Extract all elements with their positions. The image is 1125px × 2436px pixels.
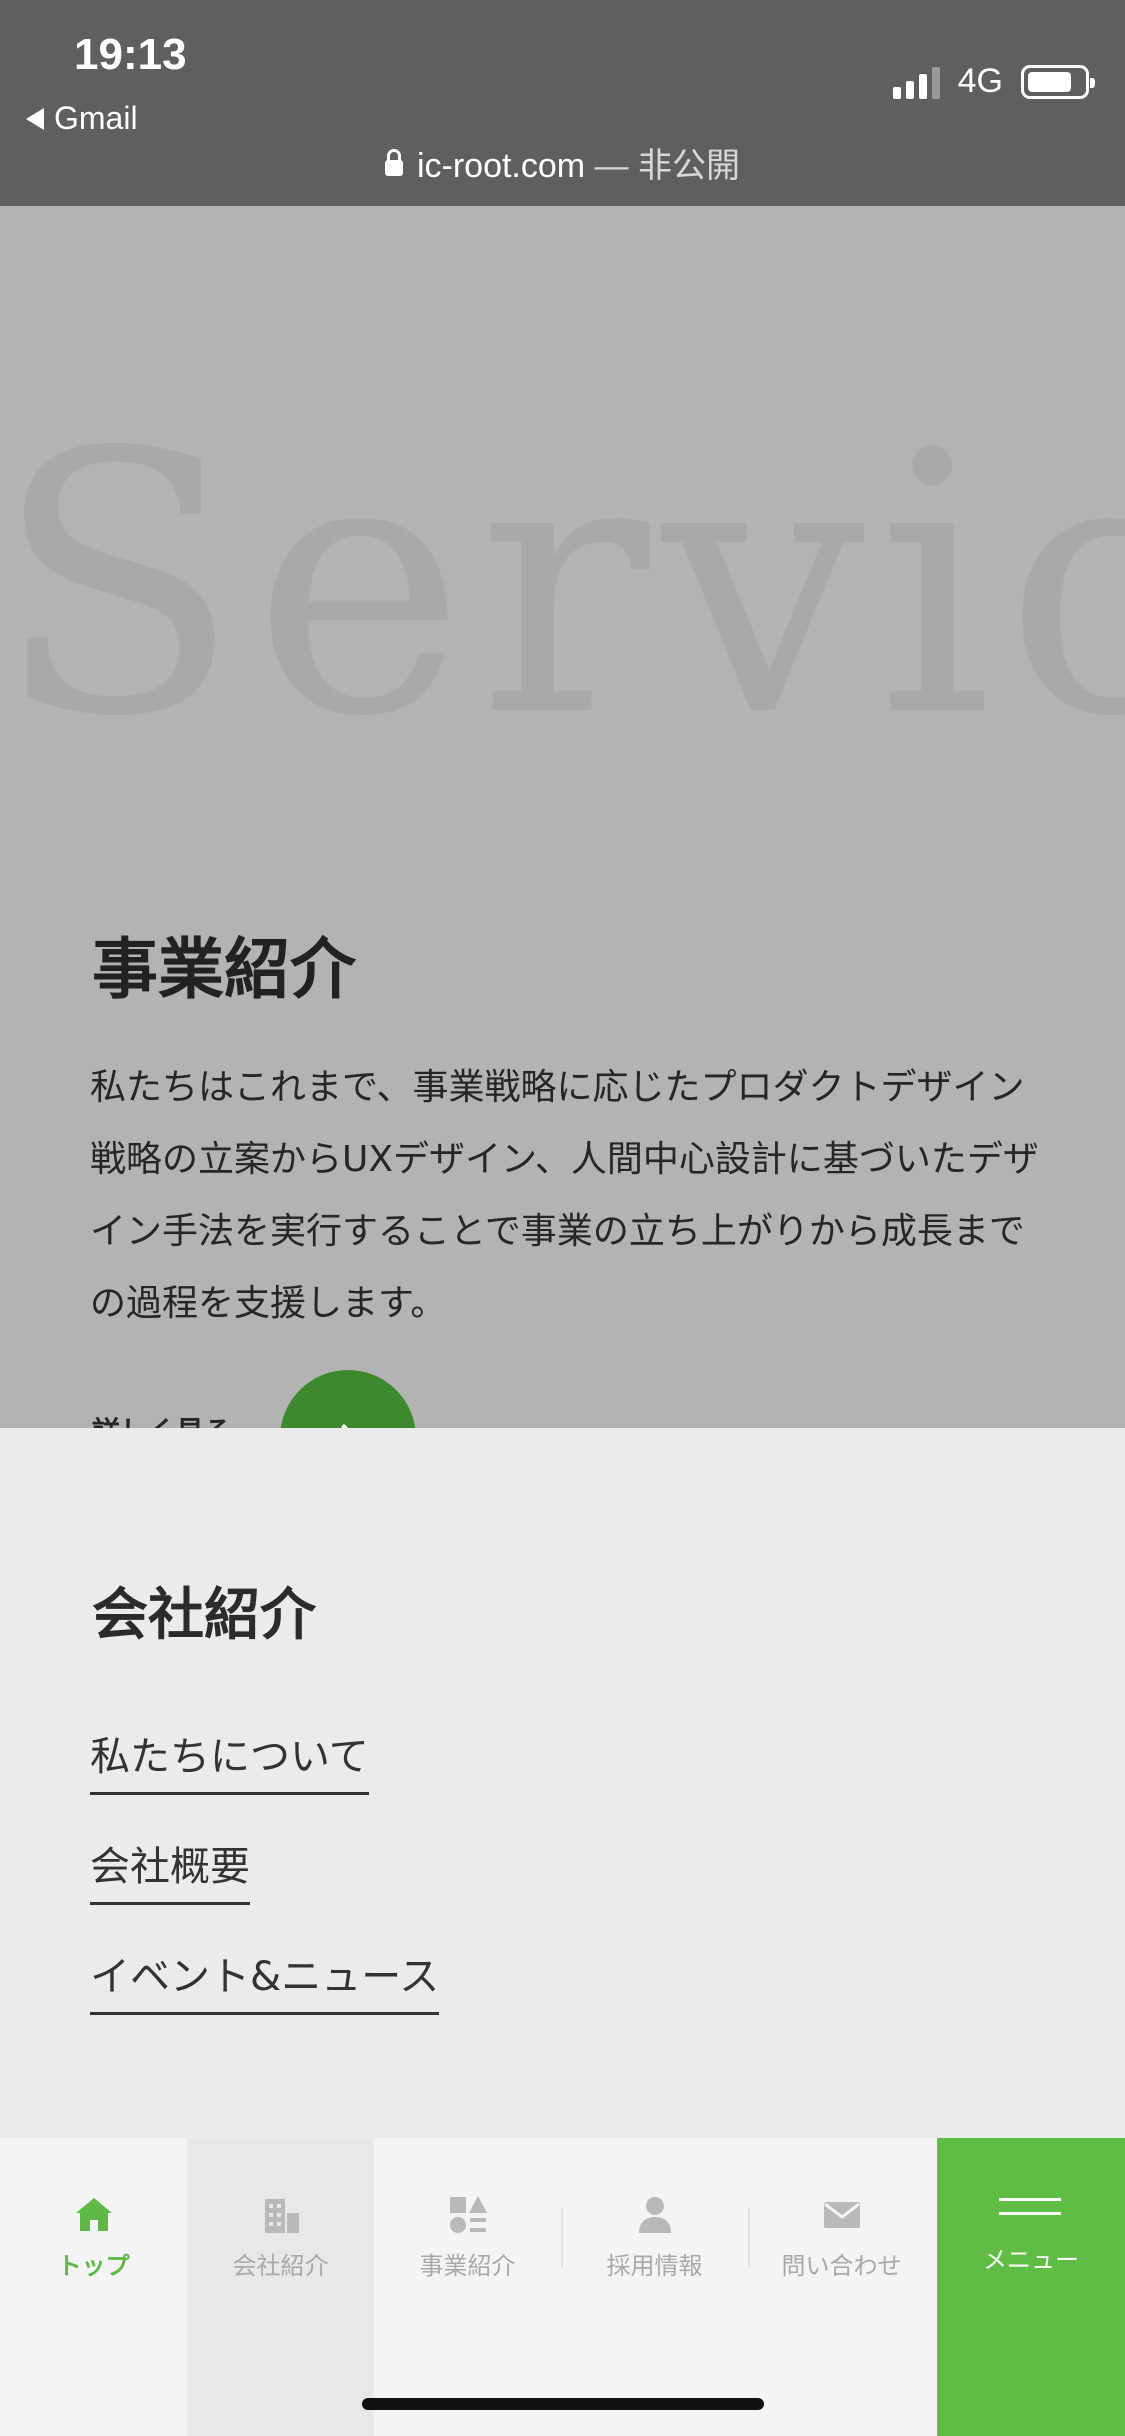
services-title: 事業紹介 bbox=[92, 931, 356, 1008]
menu-link-events-news[interactable]: イベント&ニュース bbox=[90, 1944, 440, 2015]
tab-top[interactable]: トップ bbox=[0, 2138, 187, 2436]
menu-button-label: メニュー bbox=[983, 2246, 1079, 2274]
back-to-app-link[interactable]: Gmail bbox=[26, 100, 138, 137]
menu-section-title: 会社紹介 bbox=[92, 1583, 316, 1648]
tab-label-services: 事業紹介 bbox=[419, 2252, 516, 2280]
menu-link-company-overview[interactable]: 会社概要 bbox=[90, 1834, 250, 1905]
status-time: 19:13 bbox=[74, 30, 187, 79]
tab-services[interactable]: 事業紹介 bbox=[374, 2138, 561, 2436]
shapes-icon bbox=[449, 2196, 487, 2233]
tab-label-recruit: 採用情報 bbox=[606, 2252, 703, 2280]
url-text: ic-root.com bbox=[416, 147, 586, 185]
network-type: 4G bbox=[957, 62, 1003, 100]
building-icon bbox=[264, 2199, 299, 2233]
menu-button[interactable]: メニュー bbox=[937, 2138, 1125, 2436]
tab-label-top: トップ bbox=[57, 2252, 130, 2280]
cellular-signal-icon bbox=[892, 65, 940, 99]
tab-company[interactable]: 会社紹介 bbox=[187, 2138, 374, 2436]
hamburger-icon bbox=[999, 2198, 1061, 2226]
private-label: — 非公開 bbox=[585, 147, 741, 185]
home-indicator[interactable] bbox=[362, 2398, 764, 2410]
services-description: 私たちはこれまで、事業戦略に応じたプロダクトデザイン戦略の立案からUXデザイン、… bbox=[90, 1067, 1039, 1324]
status-indicators: 4G bbox=[892, 62, 1095, 101]
back-app-label: Gmail bbox=[54, 100, 138, 136]
lock-icon bbox=[384, 149, 403, 177]
tab-label-contact: 問い合わせ bbox=[781, 2252, 902, 2280]
url-bar[interactable]: ic-root.com — 非公開 bbox=[0, 138, 1125, 187]
battery-icon bbox=[1021, 64, 1095, 99]
bottom-tab-bar: トップ 会社紹介 事業紹介 採用情報 問い合わせ メニュー bbox=[0, 2138, 1125, 2436]
status-bar: 19:13 Gmail 4G ic-root.com — 非公開 bbox=[0, 0, 1125, 206]
tab-label-company: 会社紹介 bbox=[232, 2252, 329, 2280]
person-icon bbox=[638, 2197, 671, 2233]
tab-contact[interactable]: 問い合わせ bbox=[748, 2138, 935, 2436]
background-decorative-word: Servic bbox=[0, 376, 1125, 795]
services-section: Servic 事業紹介 私たちはこれまで、事業戦略に応じたプロダクトデザイン戦略… bbox=[0, 206, 1125, 1428]
menu-link-about-us[interactable]: 私たちについて bbox=[90, 1724, 369, 1795]
menu-panel: 会社紹介 私たちについて 会社概要 イベント&ニュース bbox=[0, 1428, 1125, 2138]
mail-icon bbox=[823, 2202, 860, 2228]
back-arrow-icon bbox=[26, 107, 44, 130]
tab-recruit[interactable]: 採用情報 bbox=[561, 2138, 748, 2436]
home-icon bbox=[75, 2198, 112, 2231]
